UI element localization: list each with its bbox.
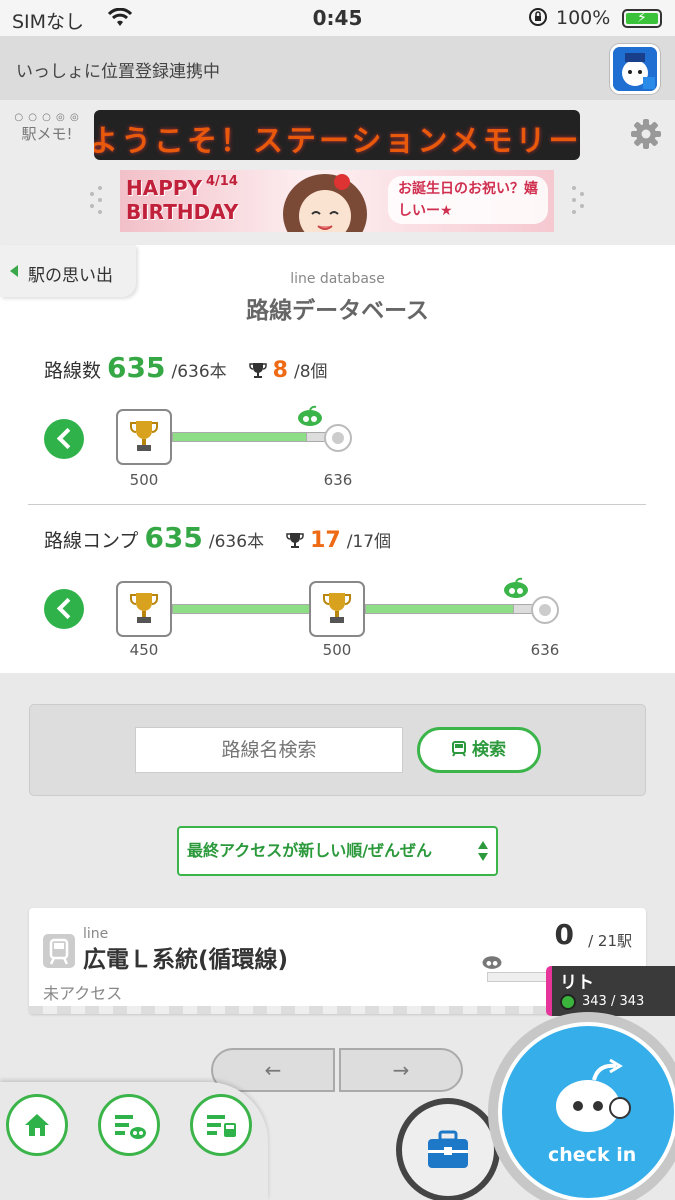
line-complete-value: 635	[144, 521, 203, 554]
items-button[interactable]	[396, 1098, 500, 1200]
trophy-icon	[248, 363, 267, 378]
battery-icon: ⚡	[622, 9, 662, 28]
progress-bar-fill	[172, 432, 308, 442]
briefcase-icon	[428, 1130, 468, 1168]
tick-label: 450	[129, 641, 159, 659]
trophy-milestone-500[interactable]	[116, 409, 172, 465]
mascot-icon	[482, 956, 502, 969]
location-share-bar: いっしょに位置登録連携中	[0, 36, 675, 100]
tick-label: 636	[323, 471, 353, 489]
partner-hp: 343 / 343	[582, 994, 645, 1009]
mascot-icon	[298, 405, 322, 426]
goal-marker	[324, 424, 352, 452]
status-bar: SIMなし 0:45 100% ⚡	[0, 0, 675, 36]
progress-bar-fill	[365, 604, 515, 614]
hp-icon	[560, 994, 576, 1010]
sort-order-label: 最終アクセスが新しい順/ぜんぜん	[187, 841, 433, 860]
character-illustration	[283, 174, 367, 232]
check-in-label: check in	[548, 1144, 637, 1166]
line-count-value: 635	[107, 351, 166, 384]
bottom-nav	[0, 1082, 268, 1200]
trophy-milestone-500[interactable]	[309, 581, 365, 637]
list-train-icon	[207, 1115, 236, 1137]
mascot-checkin-icon	[556, 1058, 631, 1132]
battery-percent: 100%	[556, 7, 611, 29]
page-subtitle: line database	[290, 271, 385, 287]
pagination: ← →	[211, 1048, 463, 1094]
home-icon	[25, 1114, 49, 1136]
marquee-text: ようこそ！ステーションメモリーズ	[94, 124, 580, 159]
rotation-lock-icon	[528, 7, 548, 32]
line-complete-trophies: 17	[310, 528, 341, 553]
home-button[interactable]	[6, 1094, 68, 1156]
app-logo[interactable]: ○ ○ ○ ◎ ◎ 駅メモ!	[14, 112, 80, 160]
trophy-milestone-450[interactable]	[116, 581, 172, 637]
tick-label: 500	[129, 471, 159, 489]
train-icon	[452, 741, 467, 757]
marquee-board: ようこそ！ステーションメモリーズ	[94, 110, 580, 160]
progress-bar-fill	[172, 604, 310, 614]
line-count-trophies: 8	[272, 358, 288, 383]
page-title: 路線データベース	[246, 298, 429, 324]
tick-label: 500	[322, 641, 352, 659]
share-status-text: いっしょに位置登録連携中	[16, 62, 220, 82]
train-icon	[43, 934, 75, 968]
partner-name: リト	[560, 973, 594, 993]
trophy-icon	[286, 533, 304, 548]
line-complete-stat: 路線コンプ 635/636本 17/17個	[44, 521, 392, 554]
gear-icon[interactable]	[630, 118, 662, 150]
next-page-button[interactable]: →	[339, 1048, 463, 1092]
line-database-panel: 駅の思い出 line database 路線データベース 路線数 635/636本…	[0, 245, 675, 673]
search-button[interactable]: 検索	[417, 727, 541, 773]
station-count: 0	[554, 918, 574, 951]
birthday-banner[interactable]: HAPPY BIRTHDAY 4/14 お誕生日のお祝い？嬉しいー★	[120, 170, 554, 232]
linked-app-icon[interactable]	[610, 44, 660, 94]
line-search-input[interactable]	[135, 727, 403, 773]
scroll-left-button[interactable]	[44, 589, 84, 629]
banner-message: お誕生日のお祝い？嬉しいー★	[388, 176, 548, 224]
list-mascot-icon	[115, 1115, 146, 1139]
line-name: 広電Ｌ系統(循環線)	[83, 947, 289, 973]
station-total: / 21駅	[588, 932, 632, 950]
line-count-stat: 路線数 635/636本 8/8個	[44, 351, 328, 384]
check-in-button[interactable]: check in	[488, 1012, 675, 1200]
mascot-icon	[504, 577, 528, 598]
app-header: ○ ○ ○ ◎ ◎ 駅メモ! ようこそ！ステーションメモリーズ HAPPY BIR…	[0, 100, 675, 245]
goal-marker	[531, 596, 559, 624]
section-divider	[28, 504, 646, 505]
access-status: 未アクセス	[43, 984, 123, 1003]
station-list-button[interactable]	[98, 1094, 160, 1156]
sort-arrows-icon	[478, 841, 488, 861]
tick-label: 636	[530, 641, 560, 659]
search-panel: 検索	[29, 704, 646, 796]
line-list-button[interactable]	[190, 1094, 252, 1156]
partner-badge[interactable]: リト 343 / 343	[546, 966, 675, 1016]
dot-pattern-right	[572, 186, 584, 214]
sort-order-dropdown[interactable]: 最終アクセスが新しい順/ぜんぜん	[177, 826, 498, 876]
banner-date: 4/14	[206, 174, 238, 189]
scroll-left-button[interactable]	[44, 419, 84, 459]
dot-pattern-left	[90, 186, 102, 214]
